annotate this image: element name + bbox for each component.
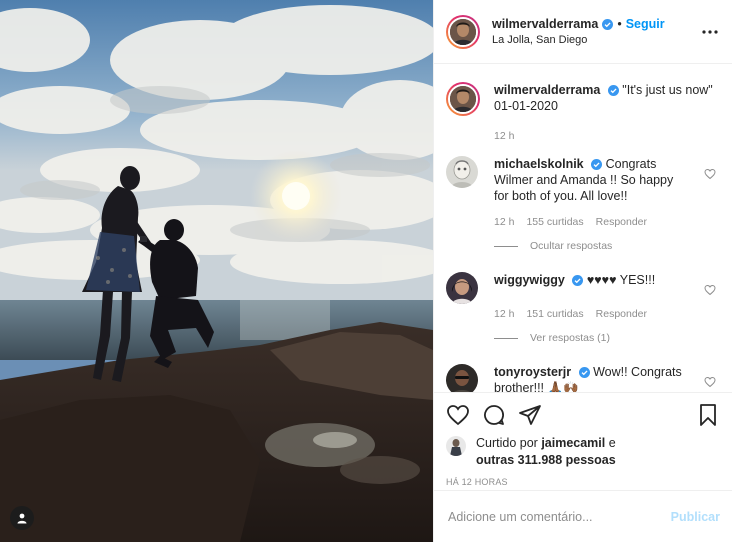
author-avatar[interactable] [446,14,480,49]
post-timestamp[interactable]: HÁ 12 HORAS [446,477,720,487]
verified-badge-icon [607,85,619,97]
bookmark-icon[interactable] [696,403,720,427]
replies-divider [494,245,518,247]
verified-badge-icon [602,18,614,30]
action-icons [446,401,720,429]
comment-like-heart-icon[interactable] [704,168,716,180]
replies-divider [494,337,518,339]
caption-time[interactable]: 12 h [494,128,514,144]
comment-body: michaelskolnik Congrats Wilmer and Amand… [494,156,716,230]
comment-username[interactable]: michaelskolnik [494,157,584,171]
proposal-photo-image [0,0,433,542]
commenter-avatar-image [446,272,478,304]
caption: wilmervalderrama "It's just us now" 01-0… [446,82,716,144]
liked-by-user[interactable]: jaimecamil [541,436,605,450]
comment-item: michaelskolnik Congrats Wilmer and Amand… [446,156,716,230]
liker-avatar[interactable] [446,436,466,456]
hide-replies-toggle[interactable]: Ocultar respostas [494,240,716,252]
comment-body: wiggywiggy ♥♥♥♥ YES!!! 12 h 151 curtidas… [494,272,716,322]
comment-like-heart-icon[interactable] [704,376,716,388]
share-send-icon[interactable] [518,403,542,427]
verified-badge-icon [591,159,603,171]
liked-by-section: Curtido por jaimecamil e outras 311.988 … [446,435,720,469]
person-icon [17,513,27,524]
liker-avatar-image [446,436,466,456]
comment-time[interactable]: 12 h [494,306,514,322]
comment-item: tonyroysterjr Wow!! Congrats brother!!! … [446,364,716,392]
comment-bubble-icon[interactable] [482,403,506,427]
comment-like-count[interactable]: 151 curtidas [526,306,583,322]
caption-body: wilmervalderrama "It's just us now" 01-0… [494,82,716,144]
caption-avatar-image [450,86,476,112]
comment-input[interactable] [448,509,671,524]
comment-item: wiggywiggy ♥♥♥♥ YES!!! 12 h 151 curtidas… [446,272,716,322]
commenter-avatar[interactable] [446,364,478,392]
commenter-avatar-image [446,156,478,188]
comment-time[interactable]: 12 h [494,214,514,230]
reply-button[interactable]: Responder [596,214,647,230]
view-replies-toggle[interactable]: Ver respostas (1) [494,332,716,344]
reply-button[interactable]: Responder [596,306,647,322]
post-photo[interactable] [0,0,433,542]
caption-author-avatar[interactable] [446,82,480,116]
liked-by-conjunction: e [605,436,616,450]
comment-username[interactable]: wiggywiggy [494,273,565,287]
more-options-button[interactable] [700,22,720,42]
tagged-user-icon[interactable] [10,506,34,530]
comment-username[interactable]: tonyroysterjr [494,365,571,379]
comment-composer: Publicar [434,490,732,542]
author-avatar-image [450,18,476,45]
commenter-avatar[interactable] [446,156,478,188]
verified-badge-icon [572,275,584,287]
comments-list[interactable]: wilmervalderrama "It's just us now" 01-0… [434,64,732,392]
post-header: wilmervalderrama • Seguir La Jolla, San … [434,0,732,64]
header-separator: • [617,17,622,31]
verified-badge-icon [578,367,590,379]
post-actions: Curtido por jaimecamil e outras 311.988 … [434,392,732,542]
comment-text: ♥♥♥♥ YES!!! [586,273,656,287]
follow-button[interactable]: Seguir [626,17,665,31]
caption-username[interactable]: wilmervalderrama [494,83,600,97]
header-text: wilmervalderrama • Seguir La Jolla, San … [492,17,700,46]
instagram-post: wilmervalderrama • Seguir La Jolla, San … [0,0,732,542]
liked-by-prefix: Curtido por [476,436,542,450]
publish-button[interactable]: Publicar [671,510,720,524]
post-sidebar: wilmervalderrama • Seguir La Jolla, San … [433,0,732,542]
liked-by-text: Curtido por jaimecamil e outras 311.988 … [476,435,616,469]
replies-label: Ocultar respostas [530,240,613,252]
author-username[interactable]: wilmervalderrama [492,17,598,31]
commenter-avatar-image [446,364,478,392]
replies-label: Ver respostas (1) [530,332,610,344]
comment-like-heart-icon[interactable] [704,284,716,296]
comment-body: tonyroysterjr Wow!! Congrats brother!!! … [494,364,716,392]
more-horizontal-icon [702,29,718,34]
comment-like-count[interactable]: 155 curtidas [526,214,583,230]
liked-by-others[interactable]: outras 311.988 pessoas [476,453,616,467]
commenter-avatar[interactable] [446,272,478,304]
post-location[interactable]: La Jolla, San Diego [492,34,700,46]
like-heart-icon[interactable] [446,403,470,427]
